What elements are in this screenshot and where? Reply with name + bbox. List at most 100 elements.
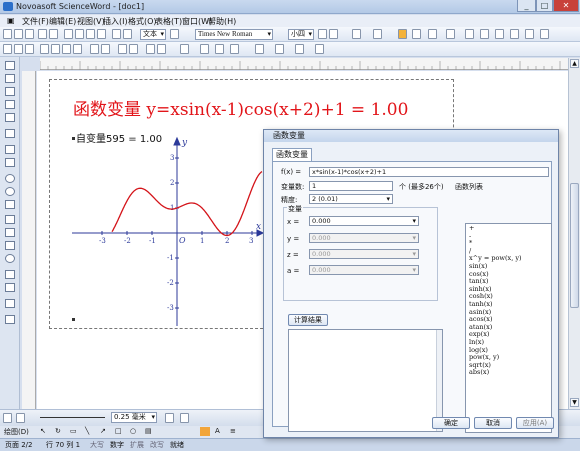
calculate-button[interactable]: 计算结果 [288,314,328,326]
preview-icon[interactable] [49,29,58,39]
numbered-list-icon[interactable] [101,44,110,54]
indent-icon[interactable] [118,44,127,54]
menu-format[interactable]: 格式(O) [128,16,157,27]
shrink-font-icon[interactable] [329,29,338,39]
close-button[interactable]: ✕ [553,0,579,12]
pencil-icon[interactable] [5,61,15,70]
vertical-scrollbar[interactable]: ▲ ▼ [568,58,580,409]
function-graph[interactable]: -3 -2 -1 1 2 3 3 2 1 -1 -2 -3 x y O [66,133,266,328]
justify-icon[interactable] [73,44,82,54]
menu-help[interactable]: 帮助(H) [208,16,236,27]
bracket-icon[interactable] [230,44,239,54]
integral-icon[interactable] [495,29,504,39]
arrow-tool-icon[interactable] [5,87,15,96]
maximize-button[interactable]: □ [536,0,553,12]
menu-file[interactable]: 文件(F) [22,16,49,27]
format-painter-icon[interactable] [97,29,106,39]
apply-button[interactable]: 应用(A) [516,417,554,429]
list-icon[interactable] [90,44,99,54]
greek-icon[interactable] [255,44,264,54]
ellipse-tool-icon[interactable] [5,187,15,196]
arrow-draw-icon[interactable]: ↗ [100,427,106,435]
font-select[interactable]: Times New Roman [195,29,273,40]
fx-input[interactable]: x*sin(x-1)*cos(x+2)+1 [309,167,549,177]
cylinder-tool-icon[interactable] [5,283,15,292]
outdent-icon[interactable] [129,44,138,54]
grid-tool-icon[interactable] [5,315,15,324]
dialog-title[interactable]: 函数变量 [264,130,558,142]
save-icon[interactable] [25,29,34,39]
line-icon[interactable]: ╲ [85,427,89,435]
redo-icon[interactable] [123,29,132,39]
menu-table[interactable]: 表格(T) [155,16,182,27]
formula-icon[interactable] [465,29,474,39]
open-icon[interactable] [14,29,23,39]
vertical-ruler[interactable] [22,71,36,409]
circle-tool-icon[interactable] [5,174,15,183]
cut-icon[interactable] [64,29,73,39]
scroll-up-icon[interactable]: ▲ [570,59,579,68]
precision-select[interactable]: 2 (0.01) [309,194,393,204]
function-list-item[interactable]: * [469,240,548,248]
polygon-tool-icon[interactable] [5,215,15,224]
text-tool-icon[interactable] [5,158,15,167]
line-width-select[interactable]: 0.25 毫米 [111,412,157,423]
ok-button[interactable]: 确定 [432,417,470,429]
line-tool-icon[interactable] [5,74,15,83]
fill-color-icon[interactable] [200,427,210,436]
special-char-icon[interactable] [352,29,361,39]
print-icon[interactable] [38,29,47,39]
line-color-icon[interactable] [16,413,25,423]
function-graph-icon[interactable] [5,299,15,308]
font-color-draw-icon[interactable]: A [215,427,220,435]
minimize-button[interactable]: _ [517,0,536,12]
bold-icon[interactable] [3,44,12,54]
var-y-select[interactable]: 0.000 [309,233,419,243]
symbol-icon[interactable] [525,29,534,39]
var-z-select[interactable]: 0.000 [309,249,419,259]
draw-menu[interactable]: 绘图(D) [4,427,29,437]
subscript-icon[interactable] [157,44,166,54]
style-select[interactable]: 文本 [140,29,166,40]
scroll-down-icon[interactable]: ▼ [570,398,579,407]
underline-icon[interactable] [25,44,34,54]
rotate-icon[interactable]: ↻ [55,427,61,435]
fraction-icon[interactable] [200,44,209,54]
anchor-handle[interactable] [72,318,75,321]
line-style-icon[interactable]: ≡ [230,427,236,435]
paste-icon[interactable] [86,29,95,39]
operator-icon[interactable] [315,44,324,54]
cube-tool-icon[interactable] [5,270,15,279]
chart-icon[interactable] [540,29,549,39]
menu-insert[interactable]: 插入(I) [103,16,128,27]
fill-icon[interactable] [165,413,174,423]
superscript-icon[interactable] [146,44,155,54]
menu-icon[interactable]: ▣ [7,16,15,25]
highlight-icon[interactable] [398,29,407,39]
menu-view[interactable]: 视图(V) [77,16,105,27]
result-scrollbar[interactable] [436,330,442,431]
menu-edit[interactable]: 编辑(E) [49,16,76,27]
align-right-icon[interactable] [62,44,71,54]
relation-icon[interactable] [295,44,304,54]
grow-font-icon[interactable] [318,29,327,39]
arc-tool-icon[interactable] [5,200,15,209]
triangle-tool-icon[interactable] [5,228,15,237]
anchor-handle[interactable] [72,137,75,140]
new-icon[interactable] [3,29,12,39]
varcount-input[interactable]: 1 [309,181,393,191]
dot-icon[interactable] [5,145,15,154]
function-list-item[interactable]: - [469,232,548,241]
ruler-tool-icon[interactable] [5,113,15,122]
line-style-sample[interactable] [40,417,105,418]
function-list[interactable]: + - * / x^y = pow(x, y) sin(x) cos(x) tan(x) sin… [465,223,552,433]
arrow-style-icon[interactable] [180,413,189,423]
font-color-icon[interactable] [373,29,382,39]
cancel-button[interactable]: 取消 [474,417,512,429]
rect-icon[interactable]: □ [115,427,122,435]
auto-shapes-icon[interactable]: ▭ [70,427,77,435]
textbox-icon[interactable]: ▤ [145,427,152,435]
pentagon-tool-icon[interactable] [5,241,15,250]
scroll-thumb[interactable] [570,183,579,308]
pointer-icon[interactable]: ↖ [40,427,46,435]
